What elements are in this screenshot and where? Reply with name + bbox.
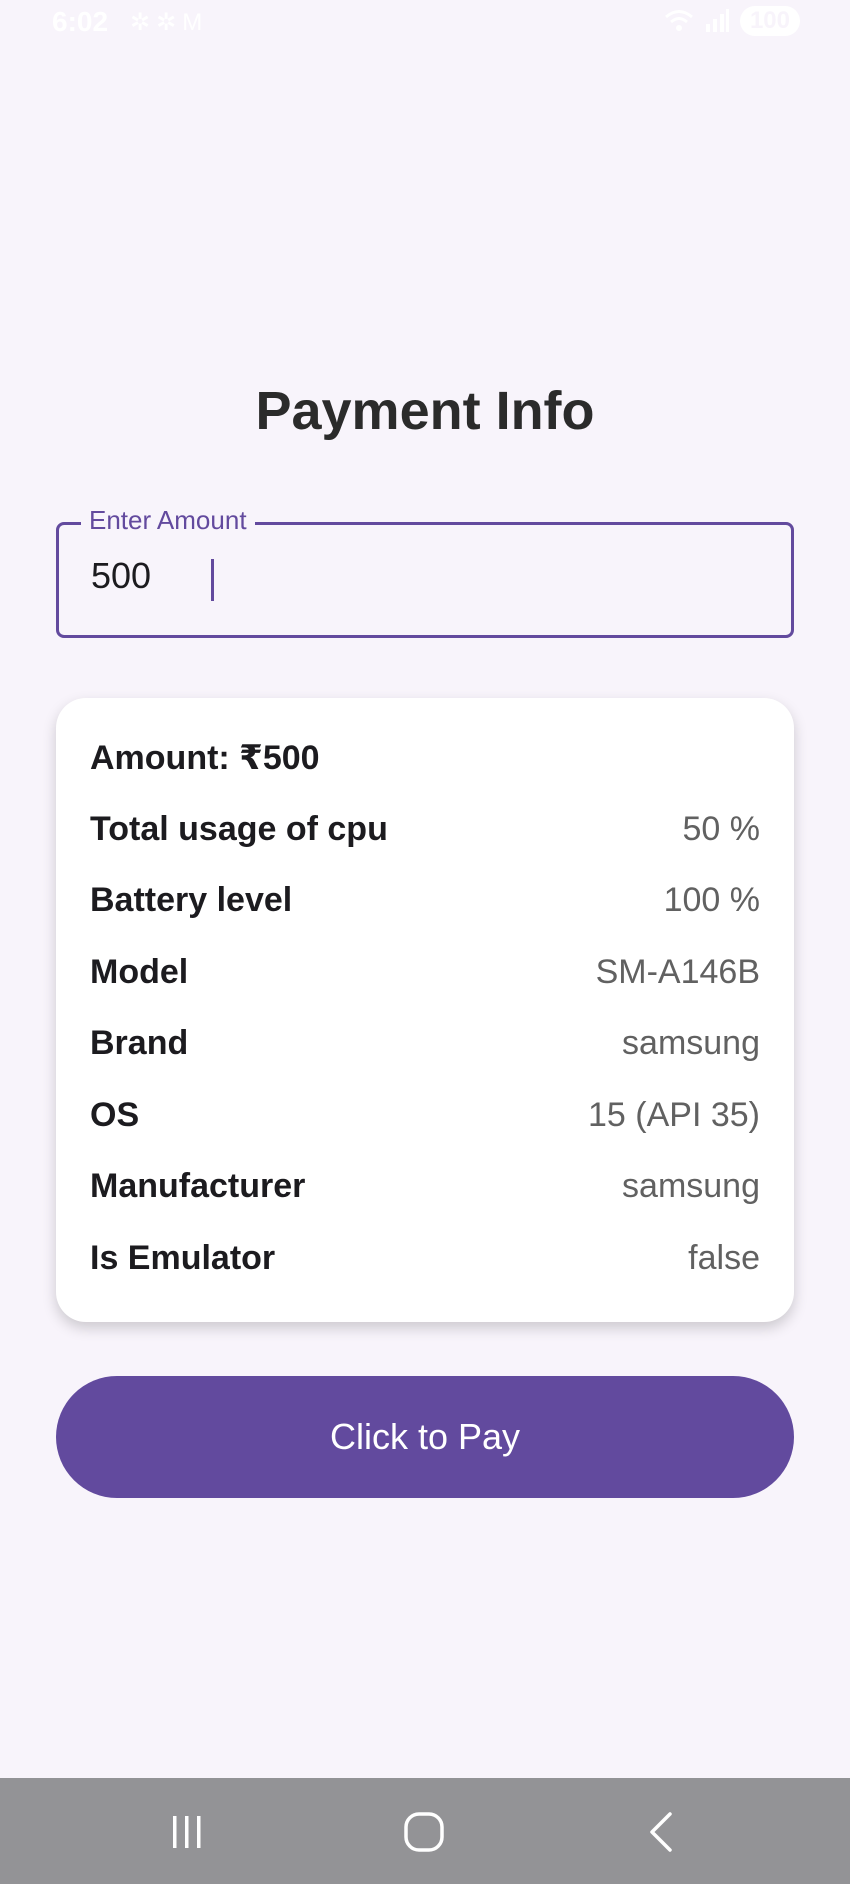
- info-value: 50 %: [682, 809, 761, 848]
- info-row-manufacturer: Manufacturer samsung: [90, 1161, 760, 1211]
- amount-input[interactable]: [91, 555, 751, 597]
- info-value: SM-A146B: [595, 952, 760, 991]
- notification-icons: ✲✲M: [130, 8, 208, 37]
- device-info-card: Amount: ₹500 Total usage of cpu 50 % Bat…: [56, 698, 794, 1322]
- info-key: Brand: [90, 1023, 189, 1062]
- info-key: Model: [90, 952, 189, 991]
- wifi-icon: [664, 10, 693, 31]
- amount-field[interactable]: Enter Amount: [56, 505, 794, 638]
- info-row-brand: Brand samsung: [90, 1018, 760, 1068]
- info-row-cpu-usage: Total usage of cpu 50 %: [90, 804, 760, 854]
- gmail-icon: M: [182, 9, 209, 36]
- text-cursor: [211, 559, 214, 601]
- signal-icon: [705, 9, 729, 32]
- system-nav-bar: [0, 1778, 850, 1884]
- amount-summary: Amount: ₹500: [90, 739, 320, 777]
- info-row-model: Model SM-A146B: [90, 947, 760, 997]
- home-icon[interactable]: [394, 1804, 454, 1860]
- info-key: OS: [90, 1095, 140, 1134]
- settings-icon: ✲: [130, 9, 157, 36]
- info-value: 15 (API 35): [588, 1095, 760, 1134]
- status-bar: 6:02 ✲✲M 100: [0, 0, 850, 44]
- settings-icon: ✲: [156, 9, 183, 36]
- status-right-icons: 100: [664, 6, 800, 36]
- info-row-battery-level: Battery level 100 %: [90, 875, 760, 925]
- info-key: Is Emulator: [90, 1238, 276, 1277]
- info-key: Total usage of cpu: [90, 809, 388, 848]
- info-key: Battery level: [90, 880, 293, 919]
- info-key: Manufacturer: [90, 1166, 306, 1205]
- info-row-os: OS 15 (API 35): [90, 1090, 760, 1140]
- info-row-is-emulator: Is Emulator false: [90, 1233, 760, 1283]
- status-time: 6:02: [52, 6, 109, 37]
- recent-apps-icon[interactable]: [157, 1804, 217, 1860]
- pay-button[interactable]: Click to Pay: [56, 1376, 794, 1498]
- info-value: 100 %: [663, 880, 760, 919]
- amount-field-label: Enter Amount: [81, 505, 255, 536]
- info-value: samsung: [622, 1166, 760, 1205]
- page-title: Payment Info: [255, 381, 595, 441]
- info-value: samsung: [622, 1023, 760, 1062]
- back-icon[interactable]: [632, 1804, 692, 1860]
- battery-icon: 100: [739, 6, 800, 36]
- info-value: false: [688, 1238, 760, 1277]
